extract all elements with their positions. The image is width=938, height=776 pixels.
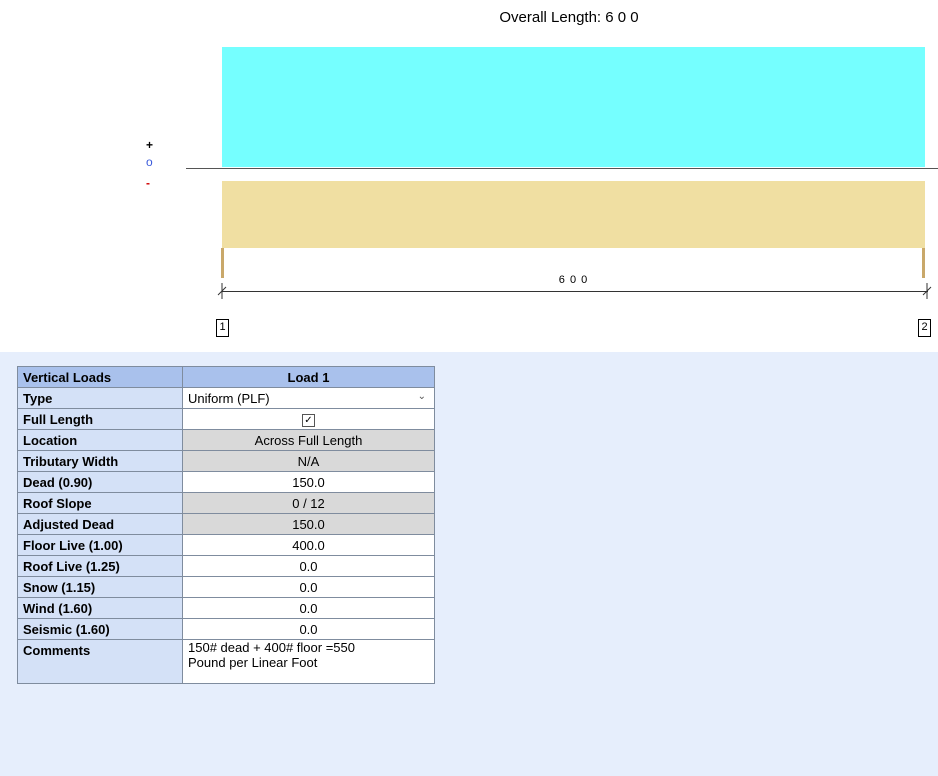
- row-label-full-length: Full Length: [17, 408, 183, 430]
- vertical-loads-table: Vertical Loads Load 1 Type Uniform (PLF)…: [17, 366, 435, 684]
- wind-input[interactable]: 0.0: [182, 597, 435, 619]
- floor-live-input[interactable]: 400.0: [182, 534, 435, 556]
- tributary-width-value: N/A: [182, 450, 435, 472]
- comments-line-1: 150# dead + 400# floor =550: [188, 640, 355, 655]
- row-label-wind: Wind (1.60): [17, 597, 183, 619]
- row-label-roof-live: Roof Live (1.25): [17, 555, 183, 577]
- zero-baseline: [186, 168, 938, 169]
- row-label-floor-live: Floor Live (1.00): [17, 534, 183, 556]
- full-length-checkbox[interactable]: ✓: [302, 413, 315, 427]
- row-label-roof-slope: Roof Slope: [17, 492, 183, 514]
- row-label-seismic: Seismic (1.60): [17, 618, 183, 640]
- dead-input[interactable]: 150.0: [182, 471, 435, 493]
- row-label-dead: Dead (0.90): [17, 471, 183, 493]
- full-length-cell: ✓: [182, 408, 435, 430]
- table-row: Tributary Width N/A: [17, 450, 435, 472]
- row-label-tributary-width: Tributary Width: [17, 450, 183, 472]
- comments-line-2: Pound per Linear Foot: [188, 655, 318, 670]
- location-value: Across Full Length: [182, 429, 435, 451]
- table-row: Type Uniform (PLF) ⌄: [17, 387, 435, 409]
- table-row: Roof Slope 0 / 12: [17, 492, 435, 514]
- loads-panel: Vertical Loads Load 1 Type Uniform (PLF)…: [0, 352, 938, 776]
- table-row: Location Across Full Length: [17, 429, 435, 451]
- table-row: Roof Live (1.25) 0.0: [17, 555, 435, 577]
- sign-plus: +: [146, 138, 154, 152]
- roof-slope-value: 0 / 12: [182, 492, 435, 514]
- table-row: Seismic (1.60) 0.0: [17, 618, 435, 640]
- header-load-1[interactable]: Load 1: [182, 366, 435, 388]
- type-select[interactable]: Uniform (PLF) ⌄: [182, 387, 435, 409]
- row-label-type: Type: [17, 387, 183, 409]
- table-row: Adjusted Dead 150.0: [17, 513, 435, 535]
- dimension-line: [222, 291, 928, 292]
- header-label: Vertical Loads: [17, 366, 183, 388]
- table-row: Wind (1.60) 0.0: [17, 597, 435, 619]
- adjusted-dead-value: 150.0: [182, 513, 435, 535]
- dimension-tick-right-icon: [922, 283, 932, 299]
- beam-diagram: Overall Length: 6 0 0 + o - 6 0 0 1 2: [0, 0, 938, 352]
- row-label-adjusted-dead: Adjusted Dead: [17, 513, 183, 535]
- uniform-load-bar[interactable]: [222, 47, 925, 167]
- table-header-row: Vertical Loads Load 1: [17, 366, 435, 388]
- row-label-location: Location: [17, 429, 183, 451]
- roof-live-input[interactable]: 0.0: [182, 555, 435, 577]
- row-label-snow: Snow (1.15): [17, 576, 183, 598]
- node-2[interactable]: 2: [918, 319, 931, 337]
- snow-input[interactable]: 0.0: [182, 576, 435, 598]
- sign-zero: o: [146, 155, 153, 169]
- seismic-input[interactable]: 0.0: [182, 618, 435, 640]
- node-1[interactable]: 1: [216, 319, 229, 337]
- type-select-value: Uniform (PLF): [188, 390, 270, 406]
- table-row: Dead (0.90) 150.0: [17, 471, 435, 493]
- table-row: Full Length ✓: [17, 408, 435, 430]
- chevron-down-icon[interactable]: ⌄: [418, 391, 426, 402]
- row-label-comments: Comments: [17, 639, 183, 684]
- table-row: Snow (1.15) 0.0: [17, 576, 435, 598]
- dimension-tick-left-icon: [217, 283, 227, 299]
- table-row: Comments 150# dead + 400# floor =550 Pou…: [17, 639, 435, 684]
- span-dimension-label: 6 0 0: [558, 274, 589, 286]
- table-row: Floor Live (1.00) 400.0: [17, 534, 435, 556]
- sign-minus: -: [146, 176, 150, 190]
- beam-member[interactable]: [222, 181, 925, 248]
- overall-length-title: Overall Length: 6 0 0: [499, 9, 639, 26]
- comments-input[interactable]: 150# dead + 400# floor =550 Pound per Li…: [182, 639, 435, 684]
